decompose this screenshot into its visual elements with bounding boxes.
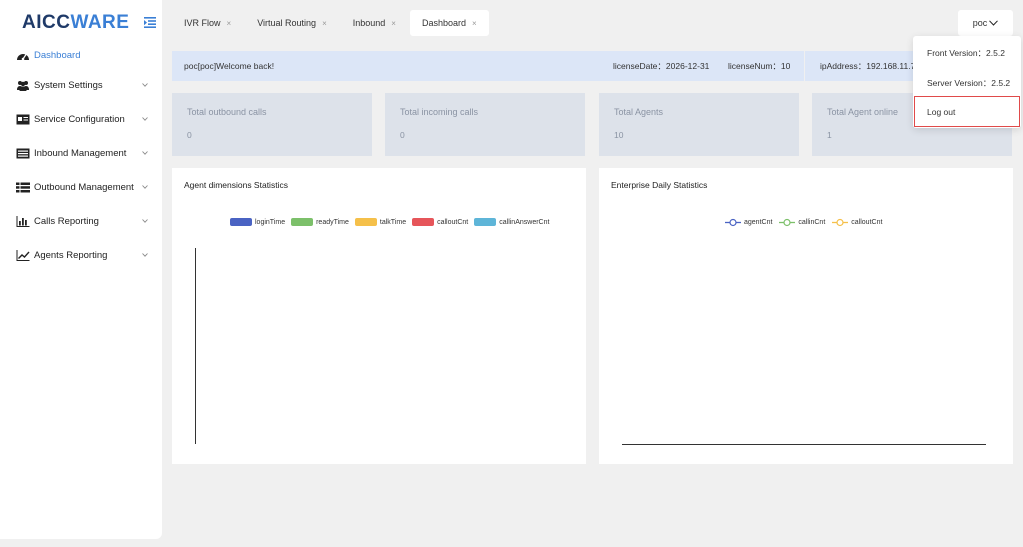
- user-menu-button[interactable]: poc: [958, 10, 1013, 36]
- chevron-down-icon: [142, 219, 148, 223]
- tab-virtual-routing[interactable]: Virtual Routing ×: [245, 10, 339, 36]
- chevron-down-icon: [142, 253, 148, 257]
- chevron-down-icon: [142, 83, 148, 87]
- tab-bar: IVR Flow × Virtual Routing × Inbound × Dash…: [172, 10, 491, 36]
- stat-value: 0: [400, 130, 405, 140]
- logout-button[interactable]: Log out: [914, 96, 1020, 127]
- enterprise-stats-panel: Enterprise Daily Statistics agentCnt call…: [599, 168, 1013, 464]
- sidebar-item-service-configuration[interactable]: Service Configuration: [0, 102, 162, 136]
- grid-list-icon: [16, 182, 30, 192]
- close-icon[interactable]: ×: [322, 19, 327, 28]
- sidebar-item-label: Agents Reporting: [34, 249, 108, 261]
- ip-address: ipAddress：192.168.11.7: [820, 61, 916, 71]
- menu-collapse-icon[interactable]: [144, 17, 156, 28]
- sidebar-item-label: System Settings: [34, 79, 103, 91]
- sidebar-item-calls-reporting[interactable]: Calls Reporting: [0, 204, 162, 238]
- stat-value: 1: [827, 130, 832, 140]
- welcome-bar: poc[poc]Welcome back! licenseDate：2026-1…: [172, 51, 1013, 81]
- logo-text-aicc: AICC: [22, 12, 71, 33]
- license-date: licenseDate：2026-12-31: [613, 61, 710, 71]
- stat-title: Total outbound calls: [187, 107, 267, 117]
- user-dropdown-menu: Front Version：2.5.2 Server Version：2.5.2…: [913, 36, 1021, 128]
- tab-dashboard[interactable]: Dashboard ×: [409, 10, 489, 36]
- sidebar-menu: Dashboard System Settings Service Config…: [0, 44, 162, 272]
- chevron-down-icon: [989, 20, 999, 26]
- welcome-message: poc[poc]Welcome back!: [184, 61, 275, 71]
- user-name: poc: [972, 18, 988, 28]
- bar-chart-icon: [16, 215, 30, 227]
- stat-card-agents: Total Agents 10: [599, 93, 799, 156]
- tab-label: IVR Flow: [184, 18, 221, 28]
- sidebar-item-label: Service Configuration: [34, 113, 125, 125]
- tab-label: Dashboard: [421, 18, 466, 28]
- sidebar-item-inbound-management[interactable]: Inbound Management: [0, 136, 162, 170]
- chevron-down-icon: [142, 117, 148, 121]
- chevron-down-icon: [142, 185, 148, 189]
- front-version-text: Front Version：2.5.2: [927, 48, 1005, 58]
- close-icon[interactable]: ×: [472, 19, 477, 28]
- stat-title: Total incoming calls: [400, 107, 479, 117]
- list-icon: [16, 148, 30, 158]
- sidebar-item-agents-reporting[interactable]: Agents Reporting: [0, 238, 162, 272]
- stat-value: 0: [187, 130, 192, 140]
- line-chart-icon: [16, 249, 30, 261]
- tab-label: Inbound: [352, 18, 386, 28]
- stat-title: Total Agents: [614, 107, 664, 117]
- server-version-text: Server Version：2.5.2: [927, 78, 1011, 88]
- users-icon: [17, 80, 29, 91]
- tab-inbound[interactable]: Inbound ×: [341, 10, 408, 36]
- close-icon[interactable]: ×: [391, 19, 396, 28]
- tab-label: Virtual Routing: [257, 18, 317, 28]
- sidebar-item-label: Outbound Management: [34, 181, 134, 193]
- divider: [804, 51, 805, 81]
- sidebar-item-label: Dashboard: [34, 50, 81, 61]
- sidebar-item-outbound-management[interactable]: Outbound Management: [0, 170, 162, 204]
- license-num: licenseNum：10: [728, 61, 791, 71]
- sidebar: AICCWARE Dashboard System Settings Servi…: [0, 0, 162, 539]
- app-logo[interactable]: AICCWARE: [22, 12, 129, 34]
- logo-text-ware: WARE: [70, 12, 130, 33]
- chevron-down-icon: [142, 151, 148, 155]
- id-card-icon: [16, 114, 30, 124]
- stat-card-outbound: Total outbound calls 0: [172, 93, 372, 156]
- agent-stats-panel: Agent dimensions Statistics loginTime rea…: [172, 168, 586, 464]
- sidebar-item-system-settings[interactable]: System Settings: [0, 68, 162, 102]
- stat-card-incoming: Total incoming calls 0: [385, 93, 585, 156]
- bar-chart: [195, 248, 196, 444]
- tab-ivr-flow[interactable]: IVR Flow ×: [172, 10, 243, 36]
- close-icon[interactable]: ×: [227, 19, 232, 28]
- dashboard-icon: [17, 54, 29, 61]
- sidebar-item-dashboard[interactable]: Dashboard: [0, 44, 162, 68]
- stat-value: 10: [614, 130, 624, 140]
- sidebar-item-label: Inbound Management: [34, 147, 127, 159]
- sidebar-item-label: Calls Reporting: [34, 215, 99, 227]
- line-chart: [622, 444, 986, 445]
